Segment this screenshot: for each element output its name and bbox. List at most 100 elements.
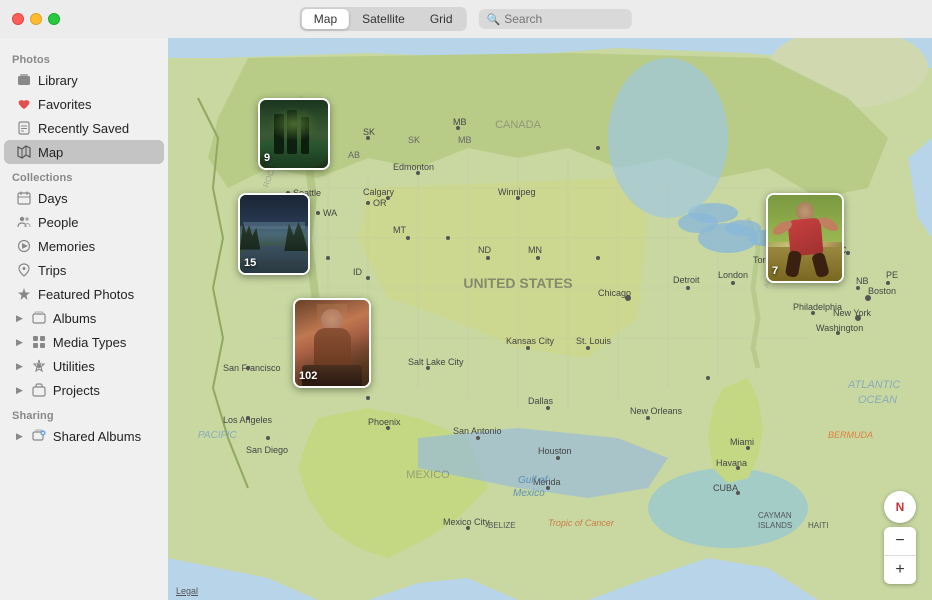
toolbar-center: Map Satellite Grid 🔍 [300,7,632,31]
sidebar-item-projects[interactable]: ▶ Projects [4,378,164,402]
svg-text:SK: SK [408,135,420,145]
people-label: People [38,215,78,230]
zoom-in-button[interactable]: + [884,556,916,584]
svg-text:ID: ID [353,267,363,277]
svg-text:OCEAN: OCEAN [858,394,897,406]
grid-view-button[interactable]: Grid [418,9,465,29]
svg-text:Tropic of Cancer: Tropic of Cancer [548,518,615,528]
photo-pin-coast[interactable]: 15 [238,193,310,275]
pin-count-girl: 102 [299,370,317,382]
svg-text:ATLANTIC: ATLANTIC [847,379,900,391]
utilities-label: Utilities [53,359,95,374]
legal-link[interactable]: Legal [176,586,198,596]
search-input[interactable] [504,12,624,26]
svg-text:Kansas City: Kansas City [506,336,555,346]
svg-text:San Diego: San Diego [246,445,288,455]
svg-text:CAYMAN: CAYMAN [758,511,792,520]
svg-text:Detroit: Detroit [673,275,700,285]
svg-text:Los Angeles: Los Angeles [223,415,273,425]
photo-pin-girl[interactable]: 102 [293,298,371,388]
sidebar-item-recently-saved[interactable]: Recently Saved [4,116,164,140]
days-label: Days [38,191,68,206]
svg-text:Dallas: Dallas [528,396,554,406]
maximize-button[interactable] [48,13,60,25]
featured-icon [16,286,32,302]
projects-label: Projects [53,383,100,398]
sidebar: Photos Library Favorites [0,38,168,600]
svg-text:Gulf of: Gulf of [518,475,549,486]
map-icon [16,144,32,160]
collections-section-label: Collections [0,164,168,186]
compass-button[interactable]: N [884,491,916,523]
map-label: Map [38,145,63,160]
pin-count-coast: 15 [244,257,256,269]
close-button[interactable] [12,13,24,25]
sidebar-item-shared-albums[interactable]: ▶ Shared Albums [4,424,164,448]
svg-text:MB: MB [453,117,467,127]
sidebar-item-utilities[interactable]: ▶ Utilities [4,354,164,378]
sidebar-item-map[interactable]: Map [4,140,164,164]
photo-library-icon [16,72,32,88]
minimize-button[interactable] [30,13,42,25]
svg-text:MB: MB [458,135,472,145]
svg-text:Miami: Miami [730,437,754,447]
sidebar-item-trips[interactable]: Trips [4,258,164,282]
svg-text:Houston: Houston [538,446,572,456]
sharing-section-label: Sharing [0,402,168,424]
svg-text:MT: MT [393,225,406,235]
memories-icon [16,238,32,254]
shared-albums-icon [31,428,47,444]
map-area[interactable]: ATLANTIC OCEAN PACIFIC ROCKY MOUNTAINS A… [168,38,932,600]
svg-text:London: London [718,270,748,280]
svg-text:CUBA: CUBA [713,483,738,493]
sidebar-item-featured-photos[interactable]: Featured Photos [4,282,164,306]
svg-text:WA: WA [323,208,337,218]
map-view-button[interactable]: Map [302,9,349,29]
zoom-out-button[interactable]: − [884,527,916,555]
pin-count-person: 7 [772,265,778,277]
memories-label: Memories [38,239,95,254]
svg-text:San Francisco: San Francisco [223,363,281,373]
photo-pin-person[interactable]: 7 [766,193,844,283]
svg-text:ISLANDS: ISLANDS [758,521,792,530]
sidebar-item-media-types[interactable]: ▶ Media Types [4,330,164,354]
sidebar-item-favorites[interactable]: Favorites [4,92,164,116]
svg-text:Philadelphia: Philadelphia [793,302,842,312]
albums-label: Albums [53,311,96,326]
traffic-lights [12,13,60,25]
utilities-icon [31,358,47,374]
svg-text:BERMUDA: BERMUDA [828,430,873,440]
media-types-label: Media Types [53,335,126,350]
heart-icon [16,96,32,112]
svg-text:NB: NB [856,276,869,286]
media-types-icon [31,334,47,350]
photo-pin-forest[interactable]: 9 [258,98,330,170]
svg-text:OR: OR [373,198,387,208]
sidebar-item-people[interactable]: People [4,210,164,234]
sidebar-item-memories[interactable]: Memories [4,234,164,258]
svg-text:HAITI: HAITI [808,521,828,530]
svg-text:PACIFIC: PACIFIC [198,430,237,441]
satellite-view-button[interactable]: Satellite [350,9,417,29]
people-icon [16,214,32,230]
photos-section-label: Photos [0,46,168,68]
svg-text:Mexico: Mexico [513,488,545,499]
sidebar-item-library[interactable]: Library [4,68,164,92]
trips-label: Trips [38,263,66,278]
main-content: Photos Library Favorites [0,38,932,600]
library-label: Library [38,73,78,88]
shared-albums-arrow-icon: ▶ [16,431,23,442]
svg-text:Salt Lake City: Salt Lake City [408,357,464,367]
shared-albums-label: Shared Albums [53,429,141,444]
sidebar-item-days[interactable]: Days [4,186,164,210]
svg-text:MEXICO: MEXICO [406,469,450,481]
favorites-label: Favorites [38,97,91,112]
svg-text:SK: SK [363,127,375,137]
trips-icon [16,262,32,278]
svg-text:AB: AB [348,150,360,160]
search-box[interactable]: 🔍 [479,9,633,29]
svg-text:MN: MN [528,245,542,255]
sidebar-item-albums[interactable]: ▶ Albums [4,306,164,330]
projects-icon [31,382,47,398]
svg-text:Calgary: Calgary [363,187,395,197]
